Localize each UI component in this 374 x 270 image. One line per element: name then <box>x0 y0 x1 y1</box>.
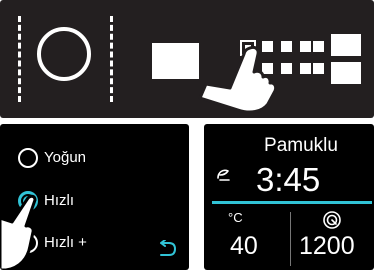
button-dot[interactable] <box>281 63 292 74</box>
dial-left-dashed-line <box>18 16 21 102</box>
back-arrow-icon[interactable] <box>157 240 179 258</box>
program-option-label: Hızlı <box>44 192 74 209</box>
dial-icon[interactable] <box>37 27 91 81</box>
vertical-divider <box>290 212 291 266</box>
program-name: Pamuklu <box>264 135 338 156</box>
spin-speed-icon <box>217 169 230 181</box>
indicator-segment-bottom <box>331 62 361 84</box>
temperature-value[interactable]: 40 <box>230 232 258 260</box>
indicator-block <box>331 34 361 86</box>
radio-button-icon[interactable] <box>18 148 38 168</box>
dial-right-dashed-line <box>110 16 113 102</box>
button-dot[interactable] <box>313 41 324 52</box>
hand-pointer-icon <box>198 45 278 114</box>
spin-indicator-icon <box>323 211 341 229</box>
hand-pointer-icon <box>0 194 37 270</box>
accent-divider <box>212 201 372 204</box>
program-status-screen: Pamuklu 3:45 °C 40 1200 <box>204 124 374 270</box>
program-options-screen: Yoğun Hızlı Hızlı + <box>0 124 189 270</box>
program-duration: 3:45 <box>256 161 321 198</box>
temperature-unit: °C <box>228 210 243 225</box>
button-dot[interactable] <box>281 41 292 52</box>
indicator-segment-top <box>331 34 361 56</box>
instruction-illustration: Yoğun Hızlı Hızlı + Pamuklu 3:45 °C 40 1… <box>0 0 374 270</box>
program-option-yogun[interactable]: Yoğun <box>18 146 86 170</box>
control-panel-overview <box>0 0 374 118</box>
button-dot[interactable] <box>313 63 324 74</box>
spin-value[interactable]: 1200 <box>299 232 355 260</box>
button-dot[interactable] <box>300 63 311 74</box>
button-dot[interactable] <box>300 41 311 52</box>
program-option-label: Hızlı + <box>44 234 87 251</box>
program-option-label: Yoğun <box>44 149 86 166</box>
